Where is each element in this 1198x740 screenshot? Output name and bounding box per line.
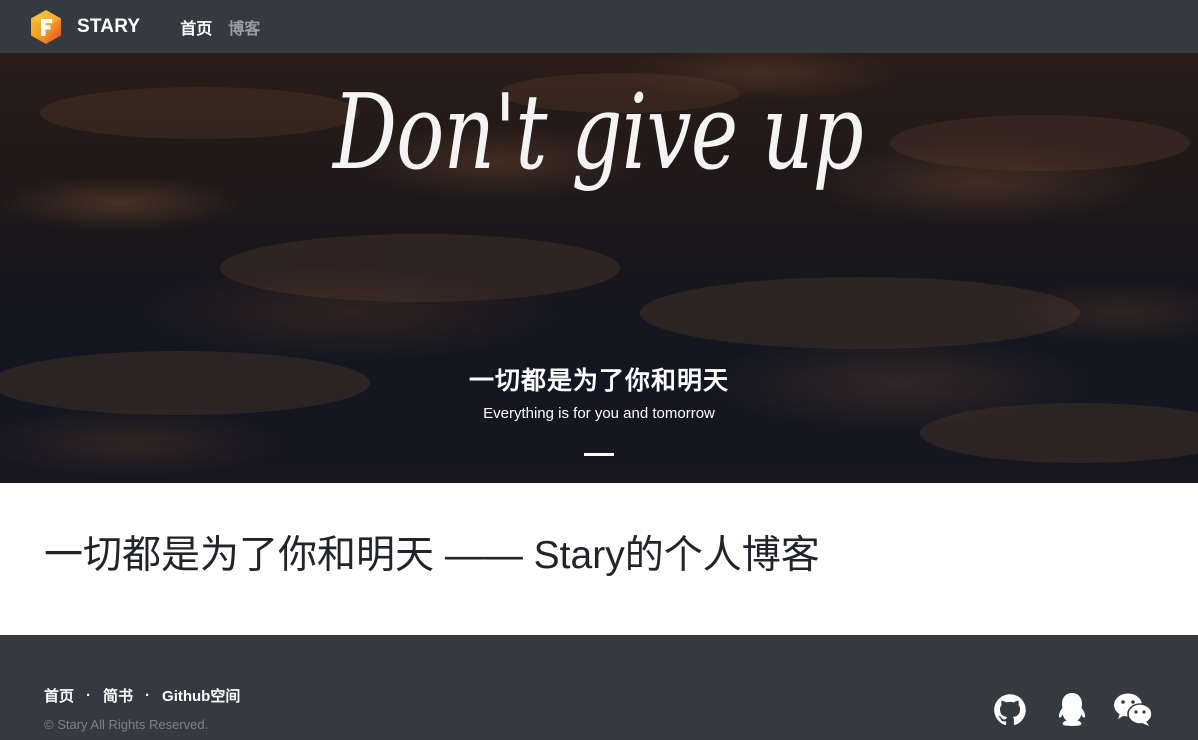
hero-subheading: Everything is for you and tomorrow (483, 405, 715, 422)
hero-banner: Don't give up 一切都是为了你和明天 Everything is f… (0, 53, 1198, 483)
footer-separator: · (86, 687, 92, 704)
hero-divider (584, 453, 614, 456)
page-title: 一切都是为了你和明天 —— Stary的个人博客 (44, 534, 820, 577)
footer-link-github[interactable]: Github空间 (162, 685, 240, 706)
footer-separator: · (145, 687, 151, 704)
github-icon[interactable] (992, 692, 1032, 728)
wechat-icon[interactable] (1113, 692, 1153, 728)
footer-links: 首页 · 简书 · Github空间 (44, 685, 240, 706)
footer-link-home[interactable]: 首页 (44, 685, 74, 706)
hero-heading: 一切都是为了你和明天 (468, 367, 729, 395)
copyright-text: © Stary All Rights Reserved. (44, 717, 209, 732)
site-footer: 首页 · 简书 · Github空间 © Stary All Rights Re… (0, 635, 1198, 740)
brand-name: STARY (77, 15, 141, 37)
f-hexagon-logo-icon (31, 9, 61, 44)
hero-image-lettering: Don't give up (331, 71, 863, 193)
nav-link-home[interactable]: 首页 (180, 15, 212, 39)
nav-link-blog[interactable]: 博客 (228, 15, 260, 39)
brand-link[interactable]: STARY (29, 9, 140, 45)
top-navbar: STARY 首页 博客 (0, 0, 1198, 53)
nav-links: 首页 博客 (180, 15, 276, 39)
footer-link-jianshu[interactable]: 简书 (103, 685, 133, 706)
qq-icon[interactable] (1052, 692, 1092, 728)
